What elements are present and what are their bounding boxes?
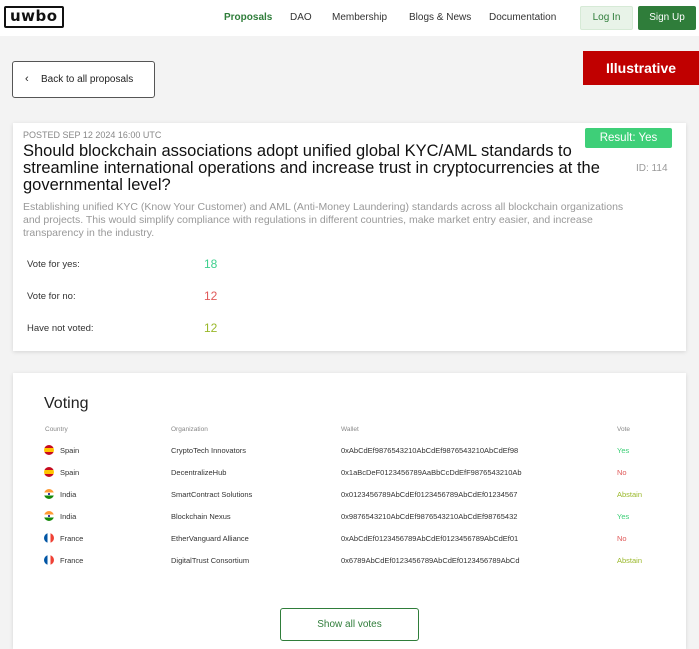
wallet-cell: 0x1aBcDeF0123456789AaBbCcDdEfF9876543210… bbox=[341, 468, 522, 477]
country-cell: Spain bbox=[60, 446, 80, 455]
nav-proposals[interactable]: Proposals bbox=[224, 12, 272, 23]
nav-dao[interactable]: DAO bbox=[290, 12, 312, 23]
vote-cell: Yes bbox=[617, 446, 630, 455]
not-voted-count: 12 bbox=[204, 321, 218, 335]
vote-yes-count: 18 bbox=[204, 257, 218, 271]
wallet-cell: 0xAbCdEf9876543210AbCdEf9876543210AbCdEf… bbox=[341, 446, 519, 455]
spain-flag-icon bbox=[44, 467, 54, 477]
column-header-wallet: Wallet bbox=[341, 426, 359, 433]
posted-date: POSTED SEP 12 2024 16:00 UTC bbox=[23, 130, 162, 140]
vote-cell: No bbox=[617, 534, 627, 543]
back-to-proposals-button[interactable]: ‹ Back to all proposals bbox=[12, 61, 155, 98]
uwbo-logo[interactable]: uwbo bbox=[4, 6, 64, 28]
voting-title: Voting bbox=[44, 395, 89, 412]
signup-button[interactable]: Sign Up bbox=[638, 6, 696, 30]
proposal-title: Should blockchain associations adopt uni… bbox=[23, 142, 600, 194]
france-flag-icon bbox=[44, 555, 54, 565]
organization-cell: SmartContract Solutions bbox=[171, 490, 253, 499]
vote-no-label: Vote for no: bbox=[27, 291, 76, 302]
login-button[interactable]: Log In bbox=[580, 6, 633, 30]
top-nav-bar: uwbo Proposals DAO Membership Blogs & Ne… bbox=[0, 0, 699, 36]
not-voted-label: Have not voted: bbox=[27, 323, 94, 334]
vote-cell: No bbox=[617, 468, 627, 477]
country-cell: France bbox=[60, 534, 84, 543]
india-flag-icon bbox=[44, 489, 54, 499]
proposal-description: Establishing unified KYC (Know Your Cust… bbox=[23, 201, 624, 239]
country-cell: India bbox=[60, 512, 77, 521]
india-flag-icon bbox=[44, 511, 54, 521]
vote-cell: Abstain bbox=[617, 490, 643, 499]
proposal-id: ID: 114 bbox=[636, 163, 668, 174]
chevron-left-icon: ‹ bbox=[25, 73, 29, 85]
nav-blogs-news[interactable]: Blogs & News bbox=[409, 12, 471, 23]
spain-flag-icon bbox=[44, 445, 54, 455]
vote-no-count: 12 bbox=[204, 289, 218, 303]
proposal-card: POSTED SEP 12 2024 16:00 UTC Result: Yes… bbox=[13, 123, 686, 351]
organization-cell: EtherVanguard Alliance bbox=[171, 534, 249, 543]
column-header-country: Country bbox=[45, 426, 68, 433]
organization-cell: CryptoTech Innovators bbox=[171, 446, 247, 455]
country-cell: Spain bbox=[60, 468, 80, 477]
france-flag-icon bbox=[44, 533, 54, 543]
country-cell: India bbox=[60, 490, 77, 499]
show-all-votes-button[interactable]: Show all votes bbox=[280, 608, 419, 641]
wallet-cell: 0x6789AbCdEf0123456789AbCdEf0123456789Ab… bbox=[341, 556, 520, 565]
organization-cell: DigitalTrust Consortium bbox=[171, 556, 250, 565]
country-cell: France bbox=[60, 556, 84, 565]
organization-cell: DecentralizeHub bbox=[171, 468, 227, 477]
illustrative-label: Illustrative bbox=[583, 51, 699, 85]
wallet-cell: 0x0123456789AbCdEf0123456789AbCdEf012345… bbox=[341, 490, 518, 499]
vote-cell: Yes bbox=[617, 512, 630, 521]
vote-cell: Abstain bbox=[617, 556, 643, 565]
wallet-cell: 0x9876543210AbCdEf9876543210AbCdEf987654… bbox=[341, 512, 518, 521]
voting-card: Voting Country Organization Wallet Vote … bbox=[13, 373, 686, 649]
column-header-organization: Organization bbox=[171, 426, 208, 433]
vote-yes-label: Vote for yes: bbox=[27, 259, 80, 270]
organization-cell: Blockchain Nexus bbox=[171, 512, 231, 521]
back-button-label: Back to all proposals bbox=[41, 74, 134, 85]
column-header-vote: Vote bbox=[617, 426, 631, 433]
wallet-cell: 0xAbCdEf0123456789AbCdEf0123456789AbCdEf… bbox=[341, 534, 519, 543]
nav-membership[interactable]: Membership bbox=[332, 12, 387, 23]
nav-documentation[interactable]: Documentation bbox=[489, 12, 556, 23]
